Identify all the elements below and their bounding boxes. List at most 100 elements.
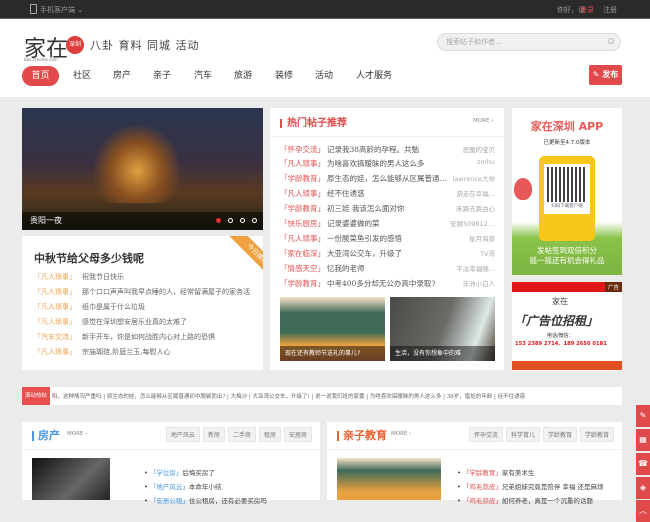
logo-domain: bbs.szhome.com: [24, 57, 58, 62]
publish-label: 发布: [602, 70, 619, 79]
list-item[interactable]: 「快乐厨房」 记录婆婆做的菜 安娜5098121...: [280, 218, 495, 232]
register-link[interactable]: 注册: [603, 5, 617, 15]
ad-logo: 家在: [552, 297, 568, 306]
list-item[interactable]: 「凡人琐事」 祝我节日快乐: [34, 272, 124, 282]
more-link[interactable]: MORE ›: [391, 431, 411, 437]
list-item[interactable]: 「学龄教育」 初三娃 我该怎么面对你 来路去路由心: [280, 203, 495, 217]
tab[interactable]: 二手房: [227, 427, 256, 442]
list-item[interactable]: 「凡人琐事」 纸巾是属于什么垃圾: [34, 302, 145, 312]
slogan: 八卦 育料 同城 活动: [90, 39, 200, 52]
nav-jobs[interactable]: 人才服务: [356, 66, 392, 86]
hot-posts-title: 热门帖子推荐: [287, 118, 347, 129]
nav-house[interactable]: 房产: [113, 66, 131, 86]
today-title[interactable]: 中秋节给父母多少钱呢: [34, 250, 144, 266]
nav-travel[interactable]: 旅游: [234, 66, 252, 86]
list-item[interactable]: • 「安居公租」住公租房，还有必要买房吗: [144, 495, 267, 505]
house-image[interactable]: [32, 458, 110, 500]
ticker: 滚动热帖 阳。这种情况严重吗 | 原生态的娃，怎么能够从区属普通初中脱颖而出? …: [22, 387, 622, 405]
login-link[interactable]: 登录: [580, 5, 594, 15]
nav-decor[interactable]: 装修: [275, 66, 293, 86]
list-item[interactable]: 「汽车交流」 新手开车，你是如何战胜内心对上路的恐惧: [34, 332, 215, 342]
nav-car[interactable]: 汽车: [194, 66, 212, 86]
carousel-dot[interactable]: [228, 218, 233, 223]
publish-button[interactable]: ✎ 发布: [589, 65, 622, 85]
search-input[interactable]: 搜索帖子和作者...: [437, 33, 621, 51]
list-item[interactable]: 「学龄教育」 中考400多分却无公办高中录取? 非洲小白人: [280, 278, 495, 292]
qr-code: [547, 167, 587, 202]
house-title: 房产: [38, 429, 60, 442]
kids-section: 亲子教育 MORE › 怀孕交流 科学育儿 学龄教育 学龄教育 • 「学龄教育」家有美…: [327, 422, 622, 505]
list-item[interactable]: 「家在临深」 大亚湾公交车，升级了 TV哥: [280, 248, 495, 262]
app-promo: 发帖签到双倍积分 摇一摇还有机会得礼品: [512, 246, 622, 266]
ad-for-rent[interactable]: 广告 家在 「广告位招租」 电话/微信： 153 2389 2714、189 2…: [512, 282, 622, 370]
today-card: 今日推荐 中秋节给父母多少钱呢 「凡人琐事」 祝我节日快乐 「凡人琐事」 那个口口声…: [22, 236, 263, 370]
kids-title: 亲子教育: [343, 429, 387, 442]
promo-line: 发帖签到双倍积分: [537, 246, 597, 255]
service-float-button[interactable]: ☎: [636, 453, 650, 475]
carousel-dot[interactable]: [252, 218, 257, 223]
ticker-label: 滚动热帖: [22, 387, 50, 405]
tab[interactable]: 地产风云: [165, 427, 200, 442]
life-image[interactable]: 生活，没有你想象中的难: [390, 297, 495, 361]
tab[interactable]: 安居房: [283, 427, 312, 442]
list-item[interactable]: 「凡人琐事」 宗庙瑚琏,阶庭兰玉,每慰人心: [34, 347, 170, 357]
back-to-top-button[interactable]: ︿: [636, 500, 650, 522]
promo-line: 摇一摇还有机会得礼品: [529, 256, 605, 265]
phone-icon: [30, 4, 37, 14]
tab[interactable]: 新房: [202, 427, 225, 442]
phone-illustration: 扫码下载客户端: [539, 156, 595, 241]
ad-headline: 「广告位招租」: [514, 314, 599, 328]
list-item[interactable]: • 「鸡毛蒜皮」兄弟姐妹究竟是陪伴 幸福 还是麻烦: [457, 481, 604, 491]
app-version: 已更新至4.7.0版本: [543, 140, 591, 146]
pavilion-image: [92, 123, 182, 203]
search-icon[interactable]: [608, 38, 614, 44]
scan-label: 扫码下载客户端: [551, 204, 583, 209]
list-item[interactable]: 「凡人琐事」 一份酸菜鱼引发的感悟 星月海棠: [280, 233, 495, 247]
carousel-dot[interactable]: [240, 218, 245, 223]
tab[interactable]: 学龄教育: [579, 427, 614, 442]
list-item[interactable]: • 「地产风云」本命年小结: [144, 481, 221, 491]
today-ribbon: 今日推荐: [220, 236, 263, 291]
tab[interactable]: 怀孕交流: [468, 427, 503, 442]
list-item[interactable]: • 「鸡毛蒜皮」如何养老，真是一个沉重的话题: [457, 495, 593, 505]
kids-image[interactable]: [337, 458, 441, 500]
nav-kids[interactable]: 亲子: [153, 66, 171, 86]
list-item[interactable]: • 「学位房」后悔买房了: [144, 467, 215, 477]
hot-posts-card: 热门帖子推荐 MORE › 「怀孕交流」 记录我38高龄的孕程。共勉 恶魔的宝贝 「…: [270, 108, 504, 370]
mobile-client-link[interactable]: 手机客户端 ⌄: [40, 5, 83, 15]
list-item[interactable]: 「凡人琐事」 为啥喜欢搞暧昧的男人这么多 zmhu: [280, 158, 495, 172]
tab[interactable]: 科学育儿: [505, 427, 540, 442]
image-caption: 现在还有教师节送礼的事儿?: [280, 346, 385, 361]
carousel-caption: 贵阳一夜: [30, 216, 62, 225]
image-caption: 生活，没有你想象中的难: [390, 346, 495, 361]
carousel-dot[interactable]: [216, 218, 221, 223]
list-item[interactable]: 「情感天空」 忆我的老师 平淡幸福随...: [280, 263, 495, 277]
list-item[interactable]: 「学龄教育」 原生态的娃，怎么能够从区属普通初中... lawrence大帅: [280, 173, 495, 187]
house-tabs: 地产风云 新房 二手房 租房 安居房: [163, 427, 312, 442]
list-item[interactable]: 「凡人琐事」 经不住诱惑 游走在幸福...: [280, 188, 495, 202]
nav-community[interactable]: 社区: [73, 66, 91, 86]
tab[interactable]: 租房: [258, 427, 281, 442]
app-title: 家在深圳 APP: [530, 120, 604, 133]
nav-events[interactable]: 活动: [315, 66, 333, 86]
list-item[interactable]: 「凡人琐事」 感觉在深圳想安居乐业真的太难了: [34, 317, 187, 327]
list-item[interactable]: • 「学龄教育」家有美术生: [457, 467, 534, 477]
list-item[interactable]: 「凡人琐事」 那个口口声声叫我早点睡的人，经常留满屋子的家务活: [34, 287, 250, 297]
teacher-image[interactable]: 现在还有教师节送礼的事儿?: [280, 297, 385, 361]
ticker-text[interactable]: 阳。这种情况严重吗 | 原生态的娃，怎么能够从区属普通初中脱颖而出? | 大梅沙…: [52, 392, 525, 400]
kids-tabs: 怀孕交流 科学育儿 学龄教育 学龄教育: [466, 427, 614, 442]
tab[interactable]: 学龄教育: [542, 427, 577, 442]
list-item[interactable]: 「怀孕交流」 记录我38高龄的孕程。共勉 恶魔的宝贝: [280, 144, 495, 158]
balloon-icon: [514, 178, 532, 200]
more-link[interactable]: MORE ›: [67, 431, 87, 437]
security-float-button[interactable]: ◈: [636, 477, 650, 499]
ad-contact: 电话/微信：: [547, 333, 574, 339]
ad-phones: 153 2389 2714、189 2650 0181: [515, 341, 607, 347]
qr-float-button[interactable]: ▦: [636, 429, 650, 451]
logo-badge: 深圳: [66, 36, 84, 54]
publish-float-button[interactable]: ✎: [636, 405, 650, 427]
more-link[interactable]: MORE ›: [473, 118, 493, 124]
carousel[interactable]: 贵阳一夜: [22, 108, 263, 230]
app-download-ad[interactable]: 家在深圳 APP 已更新至4.7.0版本 扫码下载客户端 发帖签到双倍积分 摇一…: [512, 108, 622, 275]
nav-home[interactable]: 首页: [22, 66, 59, 86]
